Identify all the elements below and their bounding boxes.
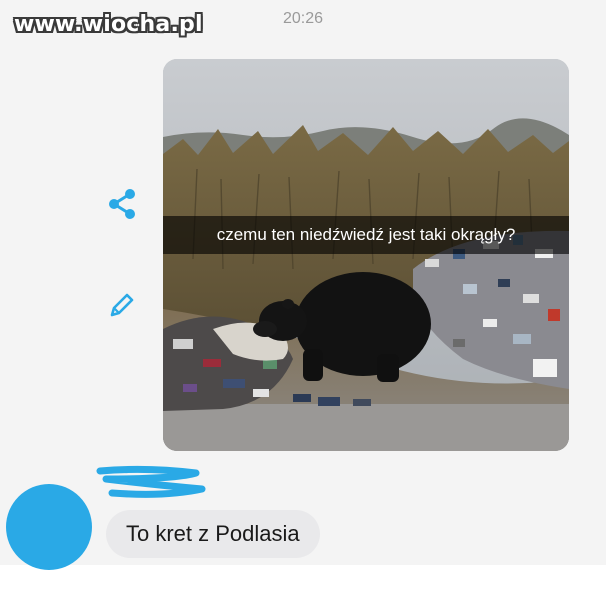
redaction-scribble bbox=[96, 465, 208, 501]
share-icon[interactable] bbox=[104, 186, 140, 222]
bottom-band bbox=[0, 565, 606, 602]
message-timestamp: 20:26 bbox=[282, 10, 324, 27]
reply-message-bubble[interactable]: To kret z Podlasia bbox=[106, 510, 320, 558]
avatar[interactable] bbox=[6, 484, 92, 570]
photo-caption: czemu ten niedźwiedź jest taki okrągły? bbox=[163, 216, 569, 254]
photo-scene bbox=[163, 59, 569, 451]
shared-photo[interactable]: czemu ten niedźwiedź jest taki okrągły? bbox=[163, 59, 569, 451]
pencil-icon[interactable] bbox=[106, 291, 136, 321]
